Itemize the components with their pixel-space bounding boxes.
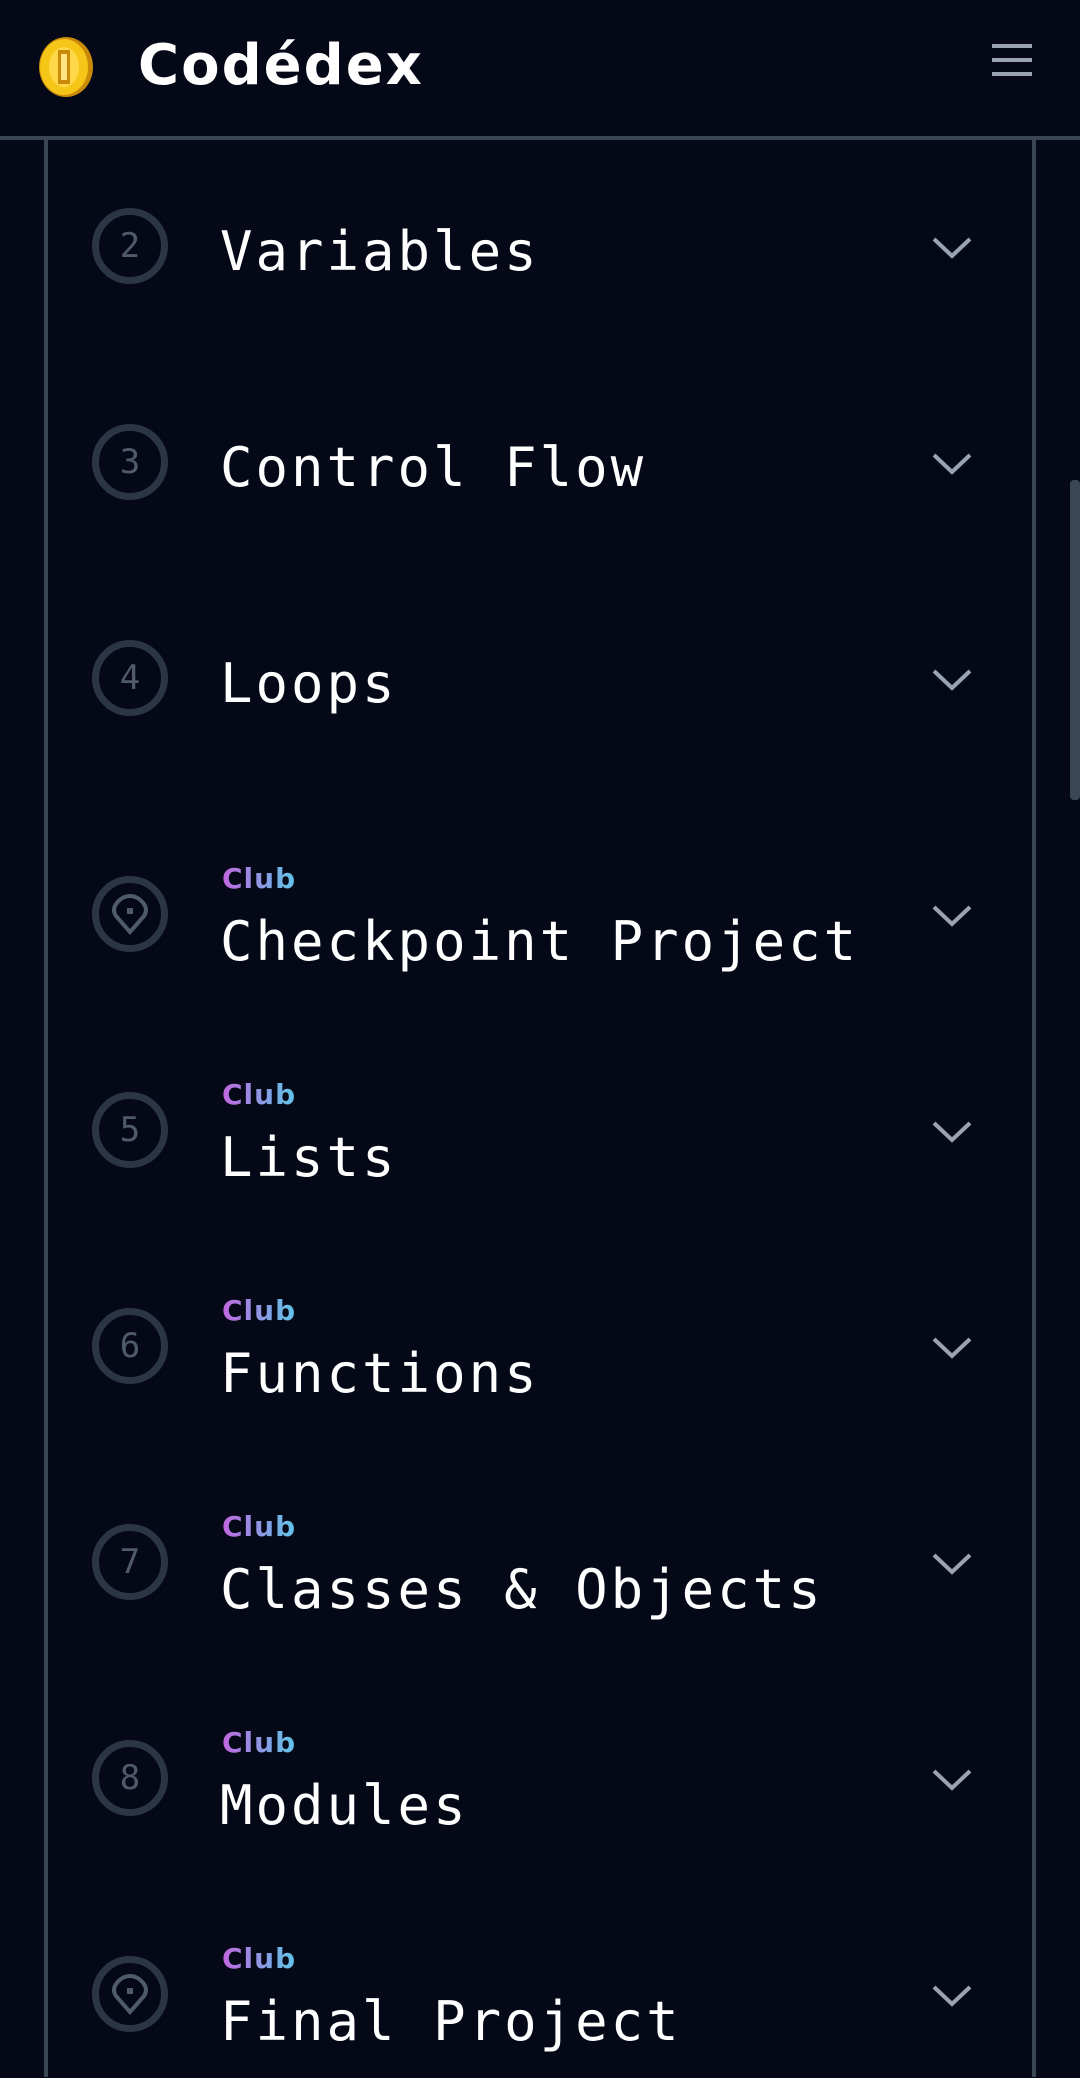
hamburger-menu-icon[interactable] bbox=[988, 40, 1036, 80]
gold-coin-icon[interactable] bbox=[38, 36, 94, 98]
chapter-title: Lists bbox=[220, 1126, 398, 1189]
chapter-number-badge: 4 bbox=[92, 640, 168, 716]
chapter-title: Classes & Objects bbox=[220, 1558, 824, 1621]
club-label: Club bbox=[222, 1510, 297, 1543]
map-pin-icon bbox=[92, 1956, 168, 2032]
chevron-down-icon[interactable] bbox=[932, 1552, 972, 1576]
chapter-item-classes-objects[interactable]: 7 Club Classes & Objects bbox=[48, 1486, 1032, 1646]
chapter-number-badge: 8 bbox=[92, 1740, 168, 1816]
chapter-number-badge: 5 bbox=[92, 1092, 168, 1168]
chevron-down-icon[interactable] bbox=[932, 1768, 972, 1792]
chapter-number-badge: 7 bbox=[92, 1524, 168, 1600]
club-label: Club bbox=[222, 1078, 297, 1111]
chapter-title: Variables bbox=[220, 220, 540, 283]
chapter-number-badge: 3 bbox=[92, 424, 168, 500]
club-label: Club bbox=[222, 1726, 297, 1759]
chapter-title: Functions bbox=[220, 1342, 540, 1405]
chevron-down-icon[interactable] bbox=[932, 668, 972, 692]
chapter-item-modules[interactable]: 8 Club Modules bbox=[48, 1702, 1032, 1862]
chapter-item-variables[interactable]: 2 Variables bbox=[48, 170, 1032, 330]
chapter-title: Modules bbox=[220, 1774, 469, 1837]
club-label: Club bbox=[222, 1942, 297, 1975]
chevron-down-icon[interactable] bbox=[932, 1120, 972, 1144]
chapter-item-lists[interactable]: 5 Club Lists bbox=[48, 1054, 1032, 1214]
map-pin-icon bbox=[92, 876, 168, 952]
chapter-item-functions[interactable]: 6 Club Functions bbox=[48, 1270, 1032, 1430]
scrollbar[interactable] bbox=[1070, 480, 1080, 800]
chapter-item-control-flow[interactable]: 3 Control Flow bbox=[48, 386, 1032, 546]
chapter-title: Loops bbox=[220, 652, 398, 715]
chapter-title: Checkpoint Project bbox=[220, 910, 860, 973]
chevron-down-icon[interactable] bbox=[932, 1984, 972, 2008]
chevron-down-icon[interactable] bbox=[932, 236, 972, 260]
brand-name[interactable]: Codédex bbox=[138, 30, 424, 102]
chapter-title: Final Project bbox=[220, 1990, 682, 2053]
club-label: Club bbox=[222, 1294, 297, 1327]
top-header: Codédex bbox=[0, 0, 1080, 140]
chevron-down-icon[interactable] bbox=[932, 452, 972, 476]
chapter-item-loops[interactable]: 4 Loops bbox=[48, 602, 1032, 762]
chevron-down-icon[interactable] bbox=[932, 1336, 972, 1360]
chevron-down-icon[interactable] bbox=[932, 904, 972, 928]
chapter-item-checkpoint-project[interactable]: Club Checkpoint Project bbox=[48, 838, 1032, 998]
chapter-number-badge: 2 bbox=[92, 208, 168, 284]
chapter-item-final-project[interactable]: Club Final Project bbox=[48, 1918, 1032, 2078]
club-label: Club bbox=[222, 862, 297, 895]
chapter-number-badge: 6 bbox=[92, 1308, 168, 1384]
chapter-title: Control Flow bbox=[220, 436, 647, 499]
